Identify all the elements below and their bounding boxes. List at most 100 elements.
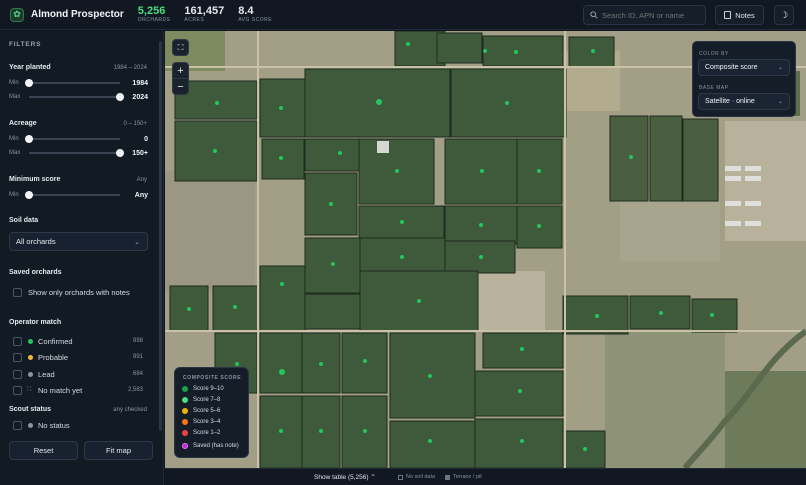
legend-swatch (182, 408, 188, 414)
terrace-key: Terrace / pit (445, 474, 482, 480)
slider-handle[interactable] (25, 79, 33, 87)
probable-label: Probable (38, 353, 69, 362)
show-table-button[interactable]: Show table (5,256) ⌃ (314, 473, 376, 481)
minus-icon: − (177, 80, 184, 93)
probable-count: 991 (132, 354, 143, 360)
stat-label: AVG SCORE (238, 17, 273, 23)
no-soil-swatch (398, 474, 403, 480)
terrace-swatch (445, 474, 450, 480)
score-min-value: Any (134, 191, 148, 199)
slider-handle[interactable] (116, 149, 124, 157)
acreage-min-row: Min 0 (9, 134, 148, 144)
chevron-down-icon: ⌄ (777, 99, 783, 105)
year-range-text: 1984 – 2024 (113, 65, 147, 71)
slider-handle[interactable] (25, 191, 33, 199)
probable-dot-icon (28, 355, 33, 360)
legend-item: Score 7–8 (182, 397, 220, 403)
max-label: Max (9, 150, 21, 156)
stat-label: ORCHARDS (137, 17, 171, 23)
no-status-checkbox[interactable] (13, 421, 22, 430)
no-match-checkbox[interactable] (13, 386, 22, 395)
legend-label: Score 1–2 (193, 430, 221, 436)
legend-item: Score 3–4 (182, 419, 220, 425)
top-bar: ✿ Almond Prospector 5,256 ORCHARDS 161,4… (0, 0, 806, 30)
notes-only-label: Show only orchards with notes (28, 288, 130, 297)
year-planted-label: Year planted (9, 64, 51, 71)
legend-title: COMPOSITE SCORE (183, 375, 242, 381)
lead-count: 684 (132, 371, 143, 377)
stat-value: 161,457 (184, 5, 225, 17)
acreage-max-value: 150+ (132, 149, 148, 157)
notes-button[interactable]: Notes (715, 5, 764, 25)
fullscreen-button[interactable]: ⛶ (172, 39, 189, 56)
theme-toggle-button[interactable]: ☽ (774, 5, 794, 25)
legend-item: Score 9–10 (182, 386, 224, 392)
moon-icon: ☽ (779, 9, 789, 20)
legend-swatch (182, 430, 188, 436)
fullscreen-icon: ⛶ (177, 42, 184, 52)
notes-only-checkbox[interactable] (13, 288, 22, 297)
map-settings-panel: COLOR BY Composite score ⌄ BASE MAP Sate… (692, 41, 796, 117)
color-by-select[interactable]: Composite score ⌄ (698, 59, 790, 76)
sidebar-scrollbar[interactable] (159, 41, 162, 431)
confirmed-count: 998 (132, 338, 143, 344)
zoom-out-button[interactable]: − (172, 78, 189, 95)
confirmed-label: Confirmed (38, 337, 73, 346)
legend-item: Score 1–2 (182, 430, 220, 436)
chevron-down-icon: ⌄ (777, 65, 783, 71)
min-score-label: Minimum score (9, 176, 61, 183)
show-table-label: Show table (5,256) (314, 474, 369, 481)
soil-data-select[interactable]: All orchards ⌄ (9, 232, 148, 251)
filters-sidebar: FILTERS Year planted 1984 – 2024 Min 198… (0, 31, 164, 485)
legend-label: Score 3–4 (193, 419, 221, 425)
search-box[interactable] (583, 5, 706, 25)
saved-orchards-label: Saved orchards (9, 269, 62, 276)
filters-heading: FILTERS (9, 41, 42, 48)
search-icon (590, 11, 598, 19)
year-max-row: Max 2024 (9, 92, 148, 102)
score-min-slider[interactable] (25, 191, 120, 199)
chevron-up-icon: ⌃ (370, 474, 376, 481)
no-match-count: 2,583 (127, 387, 143, 393)
terrace-label: Terrace / pit (453, 474, 482, 480)
fit-map-button[interactable]: Fit map (84, 441, 153, 460)
slider-handle[interactable] (116, 93, 124, 101)
confirmed-checkbox[interactable] (13, 337, 22, 346)
year-min-row: Min 1984 (9, 78, 148, 88)
reset-button[interactable]: Reset (9, 441, 78, 460)
search-input[interactable] (602, 10, 692, 20)
slider-handle[interactable] (25, 135, 33, 143)
lead-checkbox[interactable] (13, 370, 22, 379)
stat-acres: 161,457 ACRES (184, 6, 224, 23)
no-status-dot-icon (28, 423, 33, 428)
base-map-label: BASE MAP (699, 85, 729, 91)
year-max-slider[interactable] (29, 93, 124, 101)
lead-dot-icon (28, 372, 33, 377)
score-range-text: Any (136, 177, 147, 183)
color-by-value: Composite score (705, 64, 758, 71)
soil-data-value: All orchards (16, 237, 56, 246)
scout-range-text: any checked (113, 407, 147, 413)
base-map-select[interactable]: Satellite · online ⌄ (698, 93, 790, 110)
acreage-max-slider[interactable] (29, 149, 124, 157)
lead-label: Lead (38, 370, 55, 379)
leaf-logo-icon: ✿ (10, 7, 24, 22)
stat-value: 8.4 (238, 5, 254, 17)
zoom-in-button[interactable]: + (172, 62, 189, 79)
dashed-dot-icon: ∷ (27, 386, 32, 393)
stat-avg-score: 8.4 AVG SCORE (238, 6, 272, 23)
stat-value: 5,256 (137, 5, 166, 17)
base-map-value: Satellite · online (705, 98, 755, 105)
operator-match-label: Operator match (9, 319, 62, 326)
probable-checkbox[interactable] (13, 353, 22, 362)
soil-data-label: Soil data (9, 217, 39, 224)
legend-item: Saved (has note) (182, 443, 239, 449)
notes-label: Notes (735, 10, 755, 20)
year-min-slider[interactable] (25, 79, 120, 87)
acreage-min-slider[interactable] (25, 135, 120, 143)
acreage-min-value: 0 (144, 135, 148, 143)
year-max-value: 2024 (132, 93, 148, 101)
plus-icon: + (177, 64, 184, 77)
legend-swatch (182, 397, 188, 403)
acreage-label: Acreage (9, 120, 37, 127)
